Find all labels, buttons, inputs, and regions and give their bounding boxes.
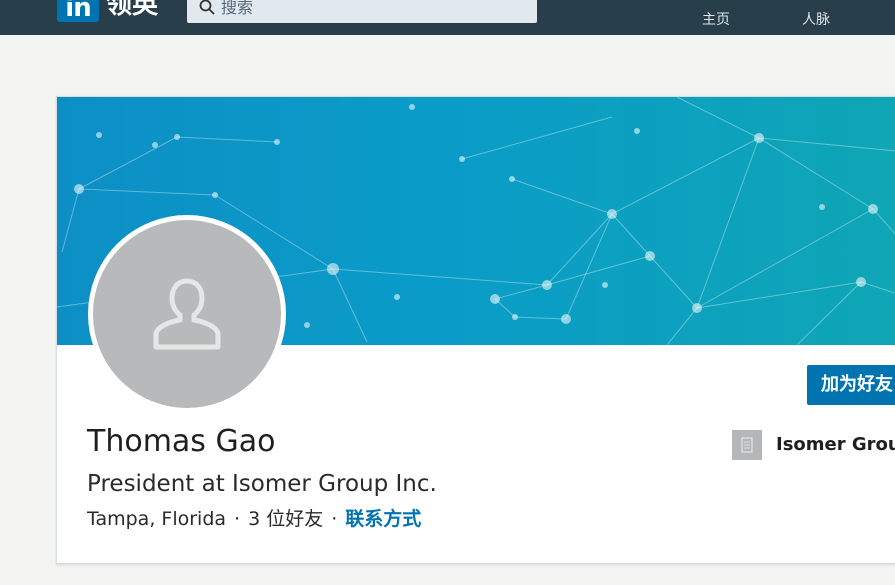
nav-home[interactable]: 主页 bbox=[686, 0, 746, 32]
current-company-link[interactable]: Isomer Group bbox=[776, 431, 895, 459]
nav-home-label: 主页 bbox=[702, 12, 730, 28]
nav-network[interactable]: 人脉 bbox=[786, 0, 846, 32]
home-icon bbox=[707, 0, 725, 6]
profile-avatar[interactable] bbox=[88, 215, 286, 413]
profile-meta: Tampa, Florida · 3 位好友 · 联系方式 bbox=[87, 505, 421, 533]
profile-name: Thomas Gao bbox=[87, 424, 276, 459]
company-logo-icon[interactable] bbox=[732, 430, 762, 460]
person-silhouette-icon bbox=[153, 278, 221, 350]
people-icon bbox=[807, 0, 825, 6]
contact-info-link[interactable]: 联系方式 bbox=[345, 508, 421, 530]
search-input[interactable]: 搜索 bbox=[187, 0, 537, 23]
linkedin-logo[interactable]: in bbox=[57, 0, 99, 23]
connect-button[interactable]: 加为好友 bbox=[807, 365, 895, 405]
top-navigation-bar: in 领英 搜索 主页 人脉 bbox=[0, 0, 895, 35]
search-placeholder: 搜索 bbox=[221, 0, 254, 17]
separator-dot: · bbox=[234, 508, 241, 530]
profile-headline: President at Isomer Group Inc. bbox=[87, 471, 437, 497]
linkedin-logo-text[interactable]: 领英 bbox=[106, 0, 158, 22]
separator-dot: · bbox=[331, 508, 338, 530]
nav-network-label: 人脉 bbox=[802, 12, 830, 28]
connections-count[interactable]: 3 位好友 bbox=[248, 508, 323, 530]
profile-card: 加为好友 Isomer Group Thomas Gao President a… bbox=[56, 96, 895, 564]
profile-location: Tampa, Florida bbox=[87, 508, 227, 530]
search-icon bbox=[199, 0, 215, 15]
